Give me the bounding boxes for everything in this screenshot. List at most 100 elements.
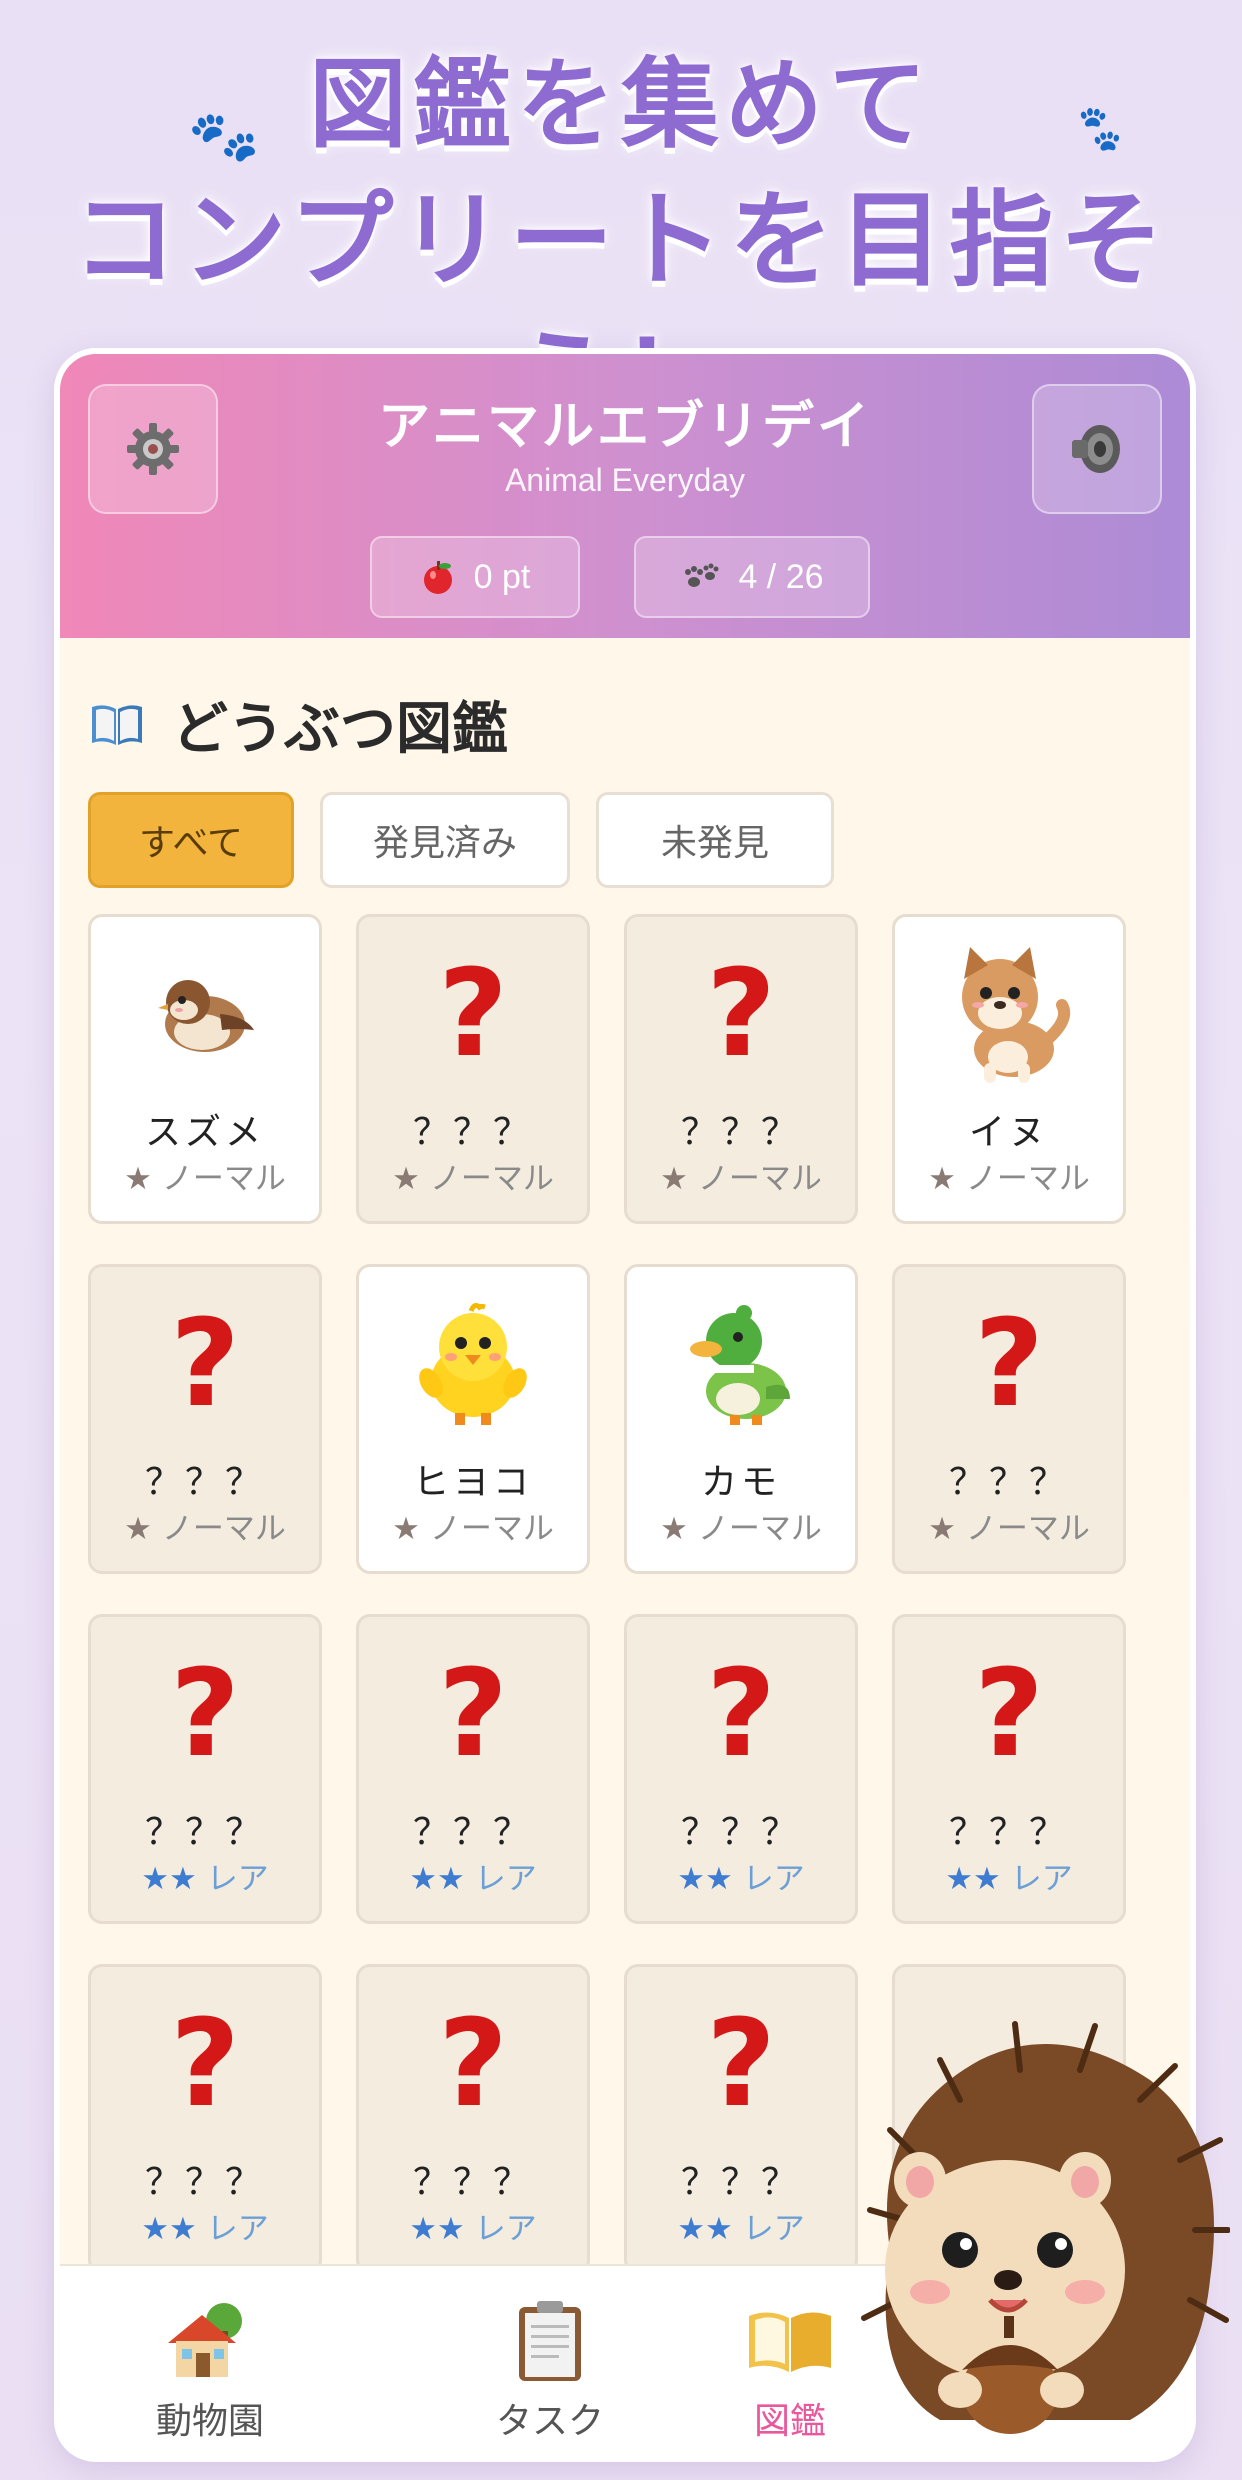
filter-tabs: すべて 発見済み 未発見 [88,792,834,888]
rarity-stars: ★ [124,1161,152,1197]
animal-name: ？？？ [948,1812,1069,1853]
animal-name: ？？？ [412,1812,533,1853]
animal-name: カモ [700,1462,781,1503]
section-title-text: どうぶつ図鑑 [172,697,508,762]
collection-count-value: 4 / 26 [738,557,824,596]
points-value: 0 pt [473,557,531,596]
animal-name: ？？？ [948,1462,1069,1503]
points-display: 0 pt [370,536,580,618]
animal-name: ヒヨコ [412,1462,533,1503]
rarity-text: レア [1010,1861,1073,1897]
rarity-text: ノーマル [965,1511,1090,1547]
animal-card-unknown[interactable]: ? ？？？ ★★ レア [88,1614,322,1924]
rarity-label: ★★ レア [627,1853,855,1898]
rarity-text: ノーマル [429,1511,554,1547]
question-mark-icon: ? [170,1994,240,2134]
animal-card-unknown[interactable]: ? ？？？ ★ ノーマル [624,914,858,1224]
animal-card-unknown[interactable]: ? ？？？ ★ ノーマル [892,1264,1126,1574]
rarity-stars: ★★ [409,1861,465,1897]
animal-card-unknown[interactable]: ? ？？？ ★ ノーマル [356,914,590,1224]
question-mark-icon: ? [170,1294,240,1434]
rarity-stars: ★★ [141,1861,197,1897]
rarity-label: ★ ノーマル [627,1153,855,1198]
rarity-label: ★ ノーマル [627,1503,855,1548]
rarity-text: ノーマル [697,1161,822,1197]
rarity-stars: ★ [928,1511,956,1547]
question-mark-icon: ? [170,1644,240,1784]
rarity-label: ★★ レア [91,1853,319,1898]
paw-icon [685,563,719,587]
open-book-icon [749,2312,831,2372]
rarity-label: ★ ノーマル [895,1503,1123,1548]
animal-card[interactable]: カモ ★ ノーマル [624,1264,858,1574]
rarity-label: ★ ノーマル [895,1153,1123,1198]
question-mark-icon: ? [974,1644,1044,1784]
rarity-label: ★ ノーマル [91,1503,319,1548]
hedgehog-mascot [830,2000,1231,2444]
animal-name: ？？？ [144,1462,265,1503]
filter-all-button[interactable]: すべて [88,792,294,888]
app-subtitle: Animal Everyday [504,462,746,498]
rarity-text: ノーマル [697,1511,822,1547]
book-icon [92,704,142,745]
rarity-stars: ★★ [677,1861,733,1897]
animal-name: ？？？ [412,1112,533,1153]
rarity-label: ★★ レア [359,1853,587,1898]
sparrow-icon [91,939,319,1089]
house-icon [168,2303,242,2377]
sound-button[interactable] [1032,384,1162,514]
collection-count-display: 4 / 26 [634,536,870,618]
filter-unfound-button[interactable]: 未発見 [596,792,834,888]
question-mark-icon: ? [974,1294,1044,1434]
nav-task-label: タスク [495,2401,604,2442]
rarity-stars: ★★ [677,2211,733,2247]
rarity-stars: ★ [660,1511,688,1547]
app-header: アニマルエブリデイ Animal Everyday 0 pt 4 / 26 [60,354,1190,638]
rarity-stars: ★★ [945,1861,1001,1897]
animal-card-unknown[interactable]: ? ？？？ ★★ レア [88,1964,322,2274]
nav-zoo[interactable]: 動物園 [100,2296,320,2444]
rarity-stars: ★★ [141,2211,197,2247]
rarity-label: ★★ レア [359,2203,587,2248]
chick-icon [359,1289,587,1439]
section-title: どうぶつ図鑑 [88,684,508,765]
rarity-label: ★★ レア [91,2203,319,2248]
animal-card-unknown[interactable]: ? ？？？ ★★ レア [356,1964,590,2274]
rarity-label: ★ ノーマル [359,1153,587,1198]
rarity-stars: ★ [392,1161,420,1197]
animal-name: イヌ [968,1112,1049,1153]
rarity-text: ノーマル [429,1161,554,1197]
animal-card[interactable]: イヌ ★ ノーマル [892,914,1126,1224]
animal-card-unknown[interactable]: ? ？？？ ★★ レア [624,1614,858,1924]
animal-card-unknown[interactable]: ? ？？？ ★★ レア [624,1964,858,2274]
rarity-label: ★ ノーマル [91,1153,319,1198]
animal-name: ？？？ [144,2162,265,2203]
animal-card[interactable]: スズメ ★ ノーマル [88,914,322,1224]
rarity-text: レア [742,1861,805,1897]
nav-zoo-label: 動物園 [155,2401,264,2442]
rarity-text: レア [474,2211,537,2247]
app-title: アニマルエブリデイ [378,397,872,457]
question-mark-icon: ? [706,944,776,1084]
filter-found-button[interactable]: 発見済み [320,792,570,888]
rarity-text: レア [474,1861,537,1897]
rarity-stars: ★★ [409,2211,465,2247]
paw-icon: 🐾 [184,98,263,175]
rarity-text: ノーマル [161,1161,286,1197]
promo-line-1: 図鑑を集めて [308,48,933,162]
question-mark-icon: ? [438,1644,508,1784]
speaker-icon [1072,425,1120,473]
question-mark-icon: ? [706,1644,776,1784]
rarity-label: ★ ノーマル [359,1503,587,1548]
rarity-stars: ★ [124,1511,152,1547]
rarity-text: ノーマル [161,1511,286,1547]
rarity-label: ★★ レア [895,1853,1123,1898]
animal-name: スズメ [144,1112,265,1153]
nav-task[interactable]: タスク [440,2296,660,2444]
animal-card-unknown[interactable]: ? ？？？ ★★ レア [892,1614,1126,1924]
animal-card-unknown[interactable]: ? ？？？ ★ ノーマル [88,1264,322,1574]
animal-card-unknown[interactable]: ? ？？？ ★★ レア [356,1614,590,1924]
animal-card[interactable]: ヒヨコ ★ ノーマル [356,1264,590,1574]
rarity-text: レア [206,2211,269,2247]
animal-name: ？？？ [680,1112,801,1153]
